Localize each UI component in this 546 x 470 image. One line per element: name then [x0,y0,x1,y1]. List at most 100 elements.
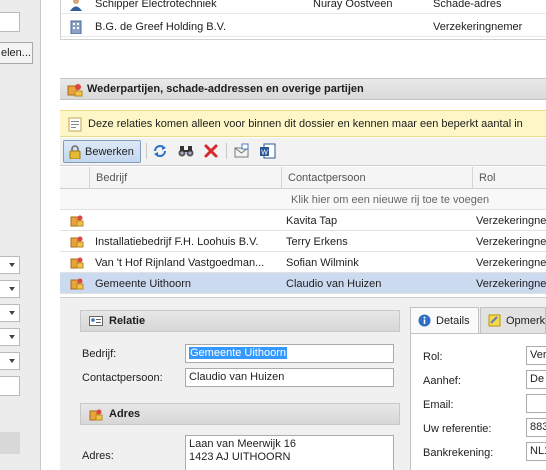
relatie-group-header: Relatie [80,310,400,332]
left-field[interactable] [0,376,20,396]
cell: Schade-adres [433,0,502,10]
section-header: Wederpartijen, schade-addressen en overi… [60,78,546,100]
cell-contact: Kavita Tap [286,215,338,227]
adres-line-1: Laan van Meerwijk 16 [189,438,297,450]
left-dropdown[interactable] [0,304,20,322]
bedrijf-field[interactable]: Gemeente Uithoorn [185,344,394,363]
grid-header: Bedrijf Contactpersoon Rol [60,167,546,189]
adres-group-header: Adres [80,403,400,425]
tab-opmerkingen-label: Opmerki [506,315,546,327]
chevron-down-icon [9,263,15,267]
table-row[interactable]: Installatiebedrijf F.H. Loohuis B.V. Ter… [60,231,546,252]
building-icon [70,20,82,34]
cell-contact: Claudio van Huizen [286,278,382,290]
chevron-down-icon [9,359,15,363]
table-row[interactable]: Kavita Tap Verzekeringne [60,210,546,231]
cell-rol: Verzekeringne [476,257,546,269]
svg-text:W: W [261,150,268,157]
cell-rol: Verzekeringne [476,278,546,290]
table-row[interactable]: Van 't Hof Rijnland Vastgoedman... Sofia… [60,252,546,273]
adres-label: Adres: [82,450,114,462]
top-grid: Schipper Electrotechniek Nuray Oostveen … [60,0,546,40]
delete-icon[interactable] [202,142,220,160]
contactpersoon-label: Contactpersoon: [82,372,163,384]
tab-opmerkingen[interactable]: Opmerki [480,307,546,333]
info-icon [418,314,431,327]
left-dropdown[interactable] [0,328,20,346]
column-header-rol[interactable]: Rol [473,167,546,189]
cell-contact: Sofian Wilmink [286,257,359,269]
left-dropdown[interactable] [0,280,20,298]
referentie-field[interactable]: 883 [526,418,546,437]
parties-grid: Bedrijf Contactpersoon Rol Klik hier om … [60,167,546,297]
lock-icon [69,145,81,159]
person-icon [70,0,82,11]
bedrijf-label: Bedrijf: [82,348,117,360]
rol-value: Ver [530,349,546,361]
bedrijf-value: Gemeente Uithoorn [189,347,287,359]
new-row[interactable]: Klik hier om een nieuwe rij toe te voege… [60,189,546,210]
table-row-selected[interactable]: Gemeente Uithoorn Claudio van Huizen Ver… [60,273,546,294]
cell: Verzekeringnemer [433,21,523,33]
left-field[interactable] [0,12,20,32]
contact-card-icon [89,316,103,326]
new-row-hint: Klik hier om een nieuwe rij toe te voege… [291,194,490,206]
cell-bedrijf: Gemeente Uithoorn [95,278,191,290]
info-text: Deze relaties komen alleen voor binnen d… [88,118,523,130]
aanhef-value: De [530,373,545,385]
cell-bedrijf: Van 't Hof Rijnland Vastgoedman... [95,257,265,269]
edit-button-label: Bewerken [85,146,134,158]
toolbar-separator [226,143,227,159]
contactpersoon-value: Claudio van Huizen [189,371,285,383]
envelope-icon[interactable] [233,142,251,160]
left-bar [0,432,20,454]
edit-button[interactable]: Bewerken [63,140,141,163]
chevron-down-icon [9,311,15,315]
cell-rol: Verzekeringne [476,236,546,248]
aanhef-field[interactable]: De [526,370,546,389]
adres-field[interactable]: Laan van Meerwijk 16 1423 AJ UITHOORN [185,435,394,470]
refresh-icon[interactable] [151,142,169,160]
left-dropdown[interactable] [0,256,20,274]
parties-icon [67,84,83,97]
column-header-contactpersoon[interactable]: Contactpersoon [282,167,473,189]
email-label: Email: [423,399,454,411]
cell-contact: Terry Erkens [286,236,348,248]
rol-field[interactable]: Ver [526,346,546,365]
detail-panel: Relatie Bedrijf: Gemeente Uithoorn Conta… [60,297,546,470]
left-browse-button[interactable]: elen... [0,42,33,64]
contactpersoon-field[interactable]: Claudio van Huizen [185,368,394,387]
cell-bedrijf: Installatiebedrijf F.H. Loohuis B.V. [95,236,259,248]
note-icon [488,314,501,327]
word-document-icon[interactable]: W [259,142,277,160]
binoculars-icon[interactable] [177,142,195,160]
party-icon [70,215,84,227]
details-tab-panel: Rol: Ver Aanhef: De Email: Uw referentie… [410,333,546,470]
email-field[interactable] [526,394,546,413]
bankrekening-field[interactable]: NL1 [526,442,546,461]
section-title: Wederpartijen, schade-addressen en overi… [87,83,364,95]
adres-title: Adres [109,408,141,420]
chevron-down-icon [9,287,15,291]
info-banner: Deze relaties komen alleen voor binnen d… [60,110,546,137]
table-row[interactable]: Schipper Electrotechniek Nuray Oostveen … [61,0,546,14]
cell-rol: Verzekeringne [476,215,546,227]
tab-details-label: Details [436,315,470,327]
aanhef-label: Aanhef: [423,375,461,387]
toolbar: Bewerken W [60,138,546,166]
column-header-bedrijf[interactable]: Bedrijf [90,167,282,189]
party-icon [70,257,84,269]
tab-details[interactable]: Details [410,307,479,333]
bankrekening-value: NL1 [530,445,546,457]
left-dropdown[interactable] [0,352,20,370]
address-icon [89,409,103,421]
toolbar-separator [146,143,147,159]
bankrekening-label: Bankrekening: [423,447,494,459]
detail-tabs: Details Opmerki [410,307,546,333]
cell: Nuray Oostveen [313,0,393,10]
relatie-title: Relatie [109,315,146,327]
adres-line-2: 1423 AJ UITHOORN [189,451,291,463]
referentie-value: 883 [530,421,546,433]
left-panel: elen... [0,0,41,470]
table-row[interactable]: B.G. de Greef Holding B.V. Verzekeringne… [61,18,546,37]
